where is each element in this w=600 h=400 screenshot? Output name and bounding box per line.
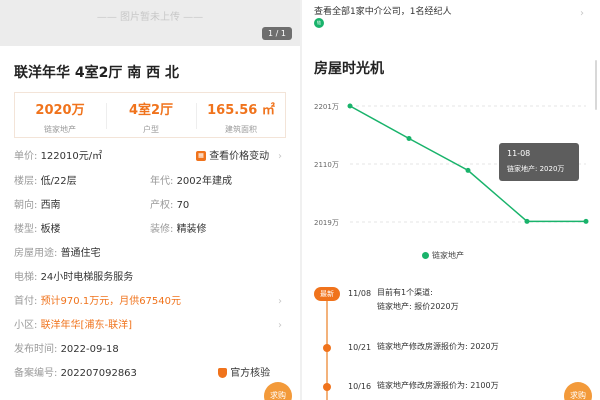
community-link[interactable]: 联洋年华[浦东-联洋] <box>41 320 132 331</box>
data-point[interactable] <box>465 167 471 173</box>
ownership-value: 70 <box>176 200 190 211</box>
event-subtext: 链家地产: 报价2020万 <box>377 302 459 311</box>
photo-counter: 1 / 1 <box>262 27 292 40</box>
publish-row: 发布时间: 2022-09-18 <box>14 343 119 357</box>
request-fab[interactable]: 求购 <box>264 382 292 400</box>
data-point[interactable] <box>347 103 353 109</box>
building-label: 楼型: <box>14 224 38 235</box>
shield-icon <box>218 368 227 378</box>
tooltip-date: 11-08 <box>507 149 531 158</box>
usage-label: 房屋用途: <box>14 248 58 259</box>
request-fab[interactable]: 求购 <box>564 382 592 400</box>
decoration-value: 精装修 <box>176 224 207 235</box>
data-point[interactable] <box>583 218 589 224</box>
chevron-right-icon: › <box>278 320 282 331</box>
community-row[interactable]: 小区: 联洋年华[浦东-联洋] <box>14 319 132 333</box>
stat-area-label: 建筑面积 <box>225 125 257 134</box>
decoration-row: 装修: 精装修 <box>150 223 207 237</box>
key-stats: 2020万 链家地产 4室2厅 户型 165.56 ㎡ 建筑面积 <box>14 92 286 138</box>
listing-panel: —— 图片暂未上传 —— 1 / 1 联洋年华 4室2厅 南 西 北 2020万… <box>0 0 300 400</box>
year-row: 年代: 2002年建成 <box>150 175 232 189</box>
legend-dot-icon <box>422 252 429 259</box>
building-value: 板楼 <box>40 224 61 235</box>
orientation-label: 朝向: <box>14 200 38 211</box>
unit-price-label: 单价: <box>14 151 38 162</box>
ownership-row: 产权: 70 <box>150 199 189 213</box>
timeline-dot <box>323 344 331 352</box>
orientation-row: 朝向: 西南 <box>14 199 61 213</box>
photo-placeholder-text: —— 图片暂未上传 —— <box>96 12 204 23</box>
unit-price-value: 122010元/㎡ <box>40 151 103 162</box>
downpayment-value: 预计970.1万元，月供67540元 <box>40 296 182 307</box>
record-value: 202207092863 <box>60 368 137 379</box>
year-value: 2002年建成 <box>176 176 233 187</box>
data-point[interactable] <box>524 218 530 224</box>
official-verify-label: 官方核验 <box>230 368 271 379</box>
timeline-dot <box>323 383 331 391</box>
tooltip-price: 链家地产: 2020万 <box>507 165 565 173</box>
floor-label: 楼层: <box>14 176 38 187</box>
decoration-label: 装修: <box>150 224 174 235</box>
photo-placeholder[interactable]: —— 图片暂未上传 —— 1 / 1 <box>0 0 300 46</box>
legend-label: 链家地产 <box>432 251 464 260</box>
community-label: 小区: <box>14 320 38 331</box>
event-date: 11/08 <box>348 289 372 298</box>
stat-layout-label: 户型 <box>143 125 159 134</box>
record-label: 备案编号: <box>14 368 58 379</box>
ownership-label: 产权: <box>150 200 174 211</box>
downpayment-row[interactable]: 首付: 预计970.1万元，月供67540元 <box>14 295 181 309</box>
event-text: 链家地产修改房源报价为: 2100万 <box>377 381 499 390</box>
price-chart-icon: ▦ <box>196 151 206 161</box>
latest-badge: 最新 <box>314 287 340 301</box>
stat-price-value: 2020万 <box>35 103 85 118</box>
stat-area: 165.56 ㎡ 建筑面积 <box>196 99 286 135</box>
elevator-value: 24小时电梯服务服务 <box>40 272 134 283</box>
stat-layout: 4室2厅 户型 <box>106 99 196 135</box>
floor-value: 低/22层 <box>40 176 77 187</box>
usage-row: 房屋用途: 普通住宅 <box>14 247 101 261</box>
elevator-label: 电梯: <box>14 272 38 283</box>
downpayment-label: 首付: <box>14 296 38 307</box>
building-row: 楼型: 板楼 <box>14 223 61 237</box>
event-text: 链家地产修改房源报价为: 2020万 <box>377 342 499 351</box>
stat-layout-value: 4室2厅 <box>128 103 174 118</box>
price-change-label: 查看价格变动 <box>209 151 270 162</box>
record-row: 备案编号: 202207092863 <box>14 367 137 381</box>
floor-row: 楼层: 低/22层 <box>14 175 77 189</box>
chart-legend: 链家地产 <box>422 250 464 261</box>
chevron-right-icon: › <box>278 151 282 162</box>
orientation-value: 西南 <box>40 200 61 211</box>
stat-area-value: 165.56 ㎡ <box>207 103 275 118</box>
chart-tooltip: 11-08 链家地产: 2020万 <box>499 143 579 181</box>
chevron-right-icon: › <box>278 296 282 307</box>
price-history-chart <box>347 103 589 224</box>
unit-price-row: 单价: 122010元/㎡ <box>14 150 102 164</box>
event-date: 10/21 <box>348 343 372 352</box>
event-date: 10/16 <box>348 382 372 391</box>
event-text: 目前有1个渠道: <box>377 288 433 297</box>
usage-value: 普通住宅 <box>60 248 101 259</box>
stat-price: 2020万 链家地产 <box>15 99 105 135</box>
publish-value: 2022-09-18 <box>60 344 119 355</box>
publish-label: 发布时间: <box>14 344 58 355</box>
official-verify[interactable]: 官方核验 <box>218 367 270 381</box>
data-point[interactable] <box>406 136 412 142</box>
price-change-link[interactable]: ▦ 查看价格变动 <box>196 150 269 164</box>
history-panel: 查看全部1家中介公司，1名经纪人 链 › 房屋时光机 2201万 2110万 2… <box>302 0 600 400</box>
elevator-row: 电梯: 24小时电梯服务服务 <box>14 271 133 285</box>
year-label: 年代: <box>150 176 174 187</box>
stat-price-label: 链家地产 <box>44 125 76 134</box>
listing-title: 联洋年华 4室2厅 南 西 北 <box>14 65 179 81</box>
